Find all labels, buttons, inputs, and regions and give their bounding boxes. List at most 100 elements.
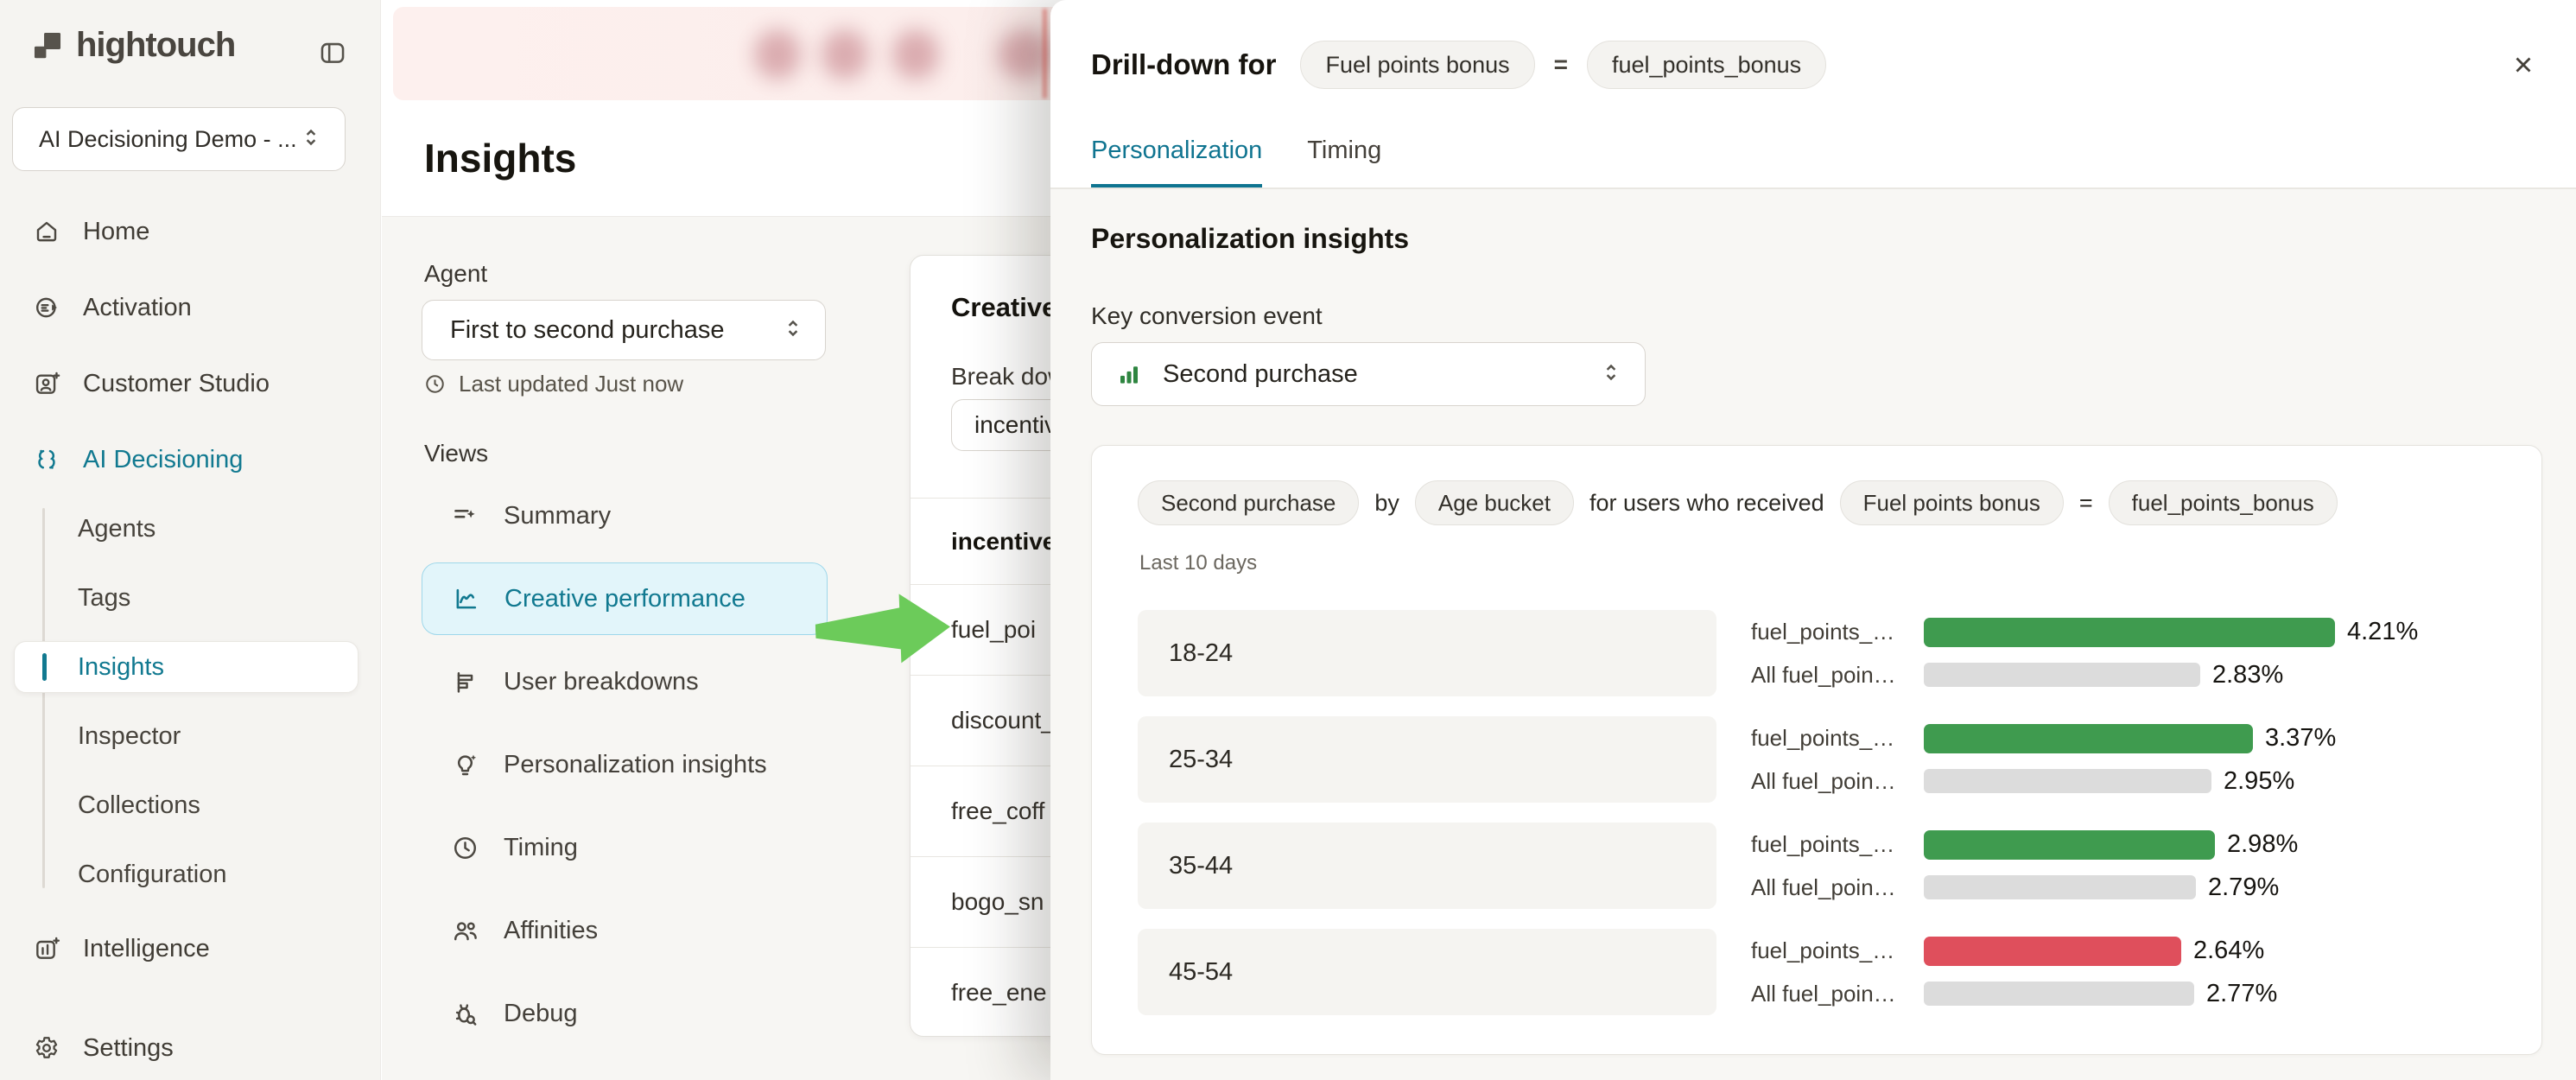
chevron-updown-icon <box>298 124 324 155</box>
series-label: All fuel_poin… <box>1751 981 1912 1007</box>
bar-line: fuel_points_…3.37% <box>1751 724 2336 753</box>
bar-value: 3.37% <box>2265 724 2336 753</box>
sidebar-item-customer-studio[interactable]: Customer Studio <box>0 346 381 422</box>
sidebar-item-label: Home <box>83 218 149 246</box>
bar-value: 2.64% <box>2193 937 2264 965</box>
view-item-summary[interactable]: Summary <box>422 488 828 543</box>
agent-select-value: First to second purchase <box>450 316 780 345</box>
workspace-selector[interactable]: AI Decisioning Demo - ... <box>12 107 346 171</box>
sidebar-collapse-icon[interactable] <box>313 33 352 73</box>
sidebar-item-label: Customer Studio <box>83 370 270 398</box>
sidebar-item-insights[interactable]: Insights <box>0 632 381 702</box>
key-event-value: Second purchase <box>1163 360 1577 389</box>
sidebar-subitem-label: Agents <box>0 515 155 543</box>
logo: hightouch <box>31 26 235 65</box>
hightouch-logo-icon <box>31 29 64 62</box>
view-item-creative-performance[interactable]: Creative performance <box>422 562 828 635</box>
view-item-affinities[interactable]: Affinities <box>422 903 828 958</box>
summary-icon <box>451 502 479 530</box>
agent-select[interactable]: First to second purchase <box>422 300 826 360</box>
intelligence-icon <box>33 935 60 962</box>
chart-header: Second purchasebyAge bucketfor users who… <box>1138 480 2507 525</box>
page-title: Insights <box>424 135 576 181</box>
sidebar-subitem-label: Collections <box>0 791 200 820</box>
view-item-timing[interactable]: Timing <box>422 820 828 875</box>
bar-value: 2.98% <box>2227 830 2298 859</box>
last-updated-text: Last updated Just now <box>459 371 683 397</box>
tab-timing[interactable]: Timing <box>1307 130 1381 189</box>
view-item-personalization-insights[interactable]: Personalization insights <box>422 737 828 792</box>
series-label: All fuel_poin… <box>1751 768 1912 795</box>
chart-rows: 18-24fuel_points_…4.21%All fuel_poin…2.8… <box>1138 610 2516 1015</box>
sidebar-item-intelligence[interactable]: Intelligence <box>0 914 381 983</box>
chart-row: 35-44fuel_points_…2.98%All fuel_poin…2.7… <box>1138 823 2516 909</box>
equals-sign: = <box>1554 51 1568 79</box>
sidebar-item-settings[interactable]: Settings <box>0 1013 381 1080</box>
view-row: Debug <box>382 972 840 1055</box>
sidebar-item-agents[interactable]: Agents <box>0 494 381 563</box>
bar-line: fuel_points_…2.64% <box>1751 937 2277 966</box>
view-row: Creative performance <box>382 557 840 640</box>
app-window: hightouch AI Decisioning Demo - ... Home… <box>0 0 2576 1080</box>
bar-value: 2.79% <box>2208 874 2279 902</box>
sidebar-item-inspector[interactable]: Inspector <box>0 702 381 771</box>
chart-filter-pill[interactable]: fuel_points_bonus <box>2109 480 2338 525</box>
personalization-icon <box>451 751 479 779</box>
chart-connector-text: = <box>2079 490 2093 517</box>
banner-blob <box>892 29 939 79</box>
sidebar: hightouch AI Decisioning Demo - ... Home… <box>0 0 381 1080</box>
bar <box>1924 875 2196 899</box>
sidebar-subitem-label: Insights <box>0 653 164 682</box>
bars-group: fuel_points_…2.98%All fuel_poin…2.79% <box>1751 823 2298 909</box>
view-item-user-breakdowns[interactable]: User breakdowns <box>422 654 828 709</box>
chart-card: Second purchasebyAge bucketfor users who… <box>1091 445 2542 1055</box>
chart-filter-pill[interactable]: Fuel points bonus <box>1840 480 2064 525</box>
bar <box>1924 830 2215 860</box>
bar-line: fuel_points_… 4.21% <box>1751 618 2418 647</box>
bar-line: All fuel_poin…2.95% <box>1751 767 2336 796</box>
category-box: 45-54 <box>1138 929 1716 1015</box>
drawer-header: Drill-down for Fuel points bonus = fuel_… <box>1091 0 1826 130</box>
bar-line: All fuel_poin…2.83% <box>1751 661 2418 689</box>
drilldown-pill-creative[interactable]: Fuel points bonus <box>1300 41 1534 89</box>
chart-filter-pill[interactable]: Second purchase <box>1138 480 1359 525</box>
sidebar-item-configuration[interactable]: Configuration <box>0 840 381 909</box>
chart-row: 25-34fuel_points_…3.37%All fuel_poin…2.9… <box>1138 716 2516 803</box>
sidebar-item-label: Settings <box>83 1034 174 1063</box>
sidebar-item-ai-decisioning[interactable]: AI Decisioning <box>0 422 381 498</box>
bar <box>1924 982 2194 1006</box>
view-item-debug[interactable]: Debug <box>422 986 828 1041</box>
tab-personalization[interactable]: Personalization <box>1091 130 1262 189</box>
drawer-body: Personalization insights Key conversion … <box>1050 189 2576 1080</box>
sidebar-item-tags[interactable]: Tags <box>0 563 381 632</box>
sidebar-bottom-nav: Intelligence Settings <box>0 914 381 1080</box>
view-row: Personalization insights <box>382 723 840 806</box>
bar-value: 4.21% <box>2347 618 2418 646</box>
sidebar-nav: Home Activation Customer Studio AI Decision… <box>0 194 381 498</box>
sidebar-item-label: Activation <box>83 294 192 322</box>
view-row: Affinities <box>382 889 840 972</box>
key-event-select[interactable]: Second purchase <box>1091 342 1646 406</box>
drawer-title: Drill-down for <box>1091 48 1276 81</box>
drilldown-pill-value[interactable]: fuel_points_bonus <box>1587 41 1826 89</box>
close-icon[interactable] <box>2503 45 2543 85</box>
series-label: All fuel_poin… <box>1751 662 1912 689</box>
sidebar-item-home[interactable]: Home <box>0 194 381 270</box>
bar-value: 2.77% <box>2206 980 2277 1008</box>
sidebar-item-label: AI Decisioning <box>83 446 243 474</box>
view-item-label: Debug <box>504 1000 577 1028</box>
chart-filter-pill[interactable]: Age bucket <box>1415 480 1574 525</box>
view-row: Summary <box>382 474 840 557</box>
chevron-updown-icon <box>1598 359 1624 390</box>
sidebar-item-collections[interactable]: Collections <box>0 771 381 840</box>
debug-icon <box>451 1000 479 1028</box>
sidebar-item-activation[interactable]: Activation <box>0 270 381 346</box>
series-label: fuel_points_… <box>1751 619 1912 645</box>
activation-icon <box>33 294 60 321</box>
bars-group: fuel_points_… 4.21% All fuel_poin…2.83% <box>1751 610 2418 696</box>
views-label: Views <box>424 440 488 467</box>
affinities-icon <box>451 917 479 945</box>
agent-label: Agent <box>424 260 487 288</box>
bar <box>1924 937 2181 966</box>
workspace-name: AI Decisioning Demo - ... <box>39 126 298 153</box>
